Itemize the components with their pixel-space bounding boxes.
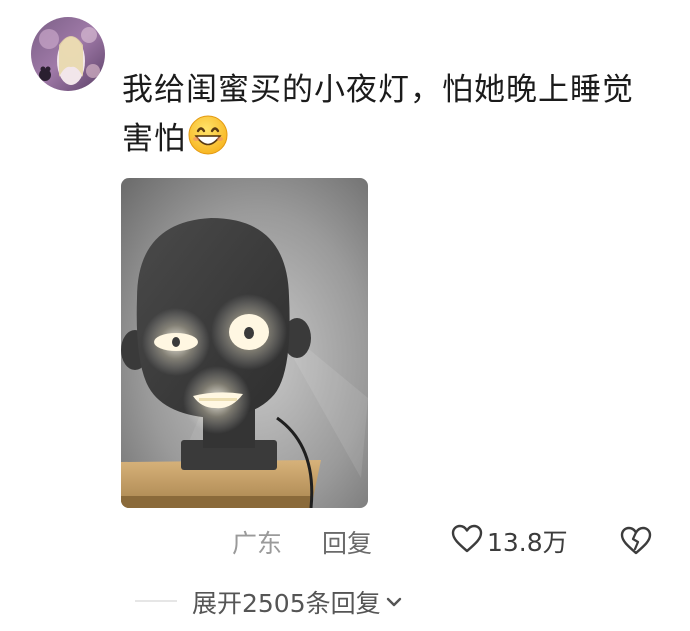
divider-line xyxy=(135,600,177,602)
heart-outline-icon xyxy=(451,524,483,558)
like-count: 13.8万 xyxy=(487,528,568,557)
night-lamp-photo xyxy=(121,178,368,508)
avatar-image xyxy=(31,17,105,91)
grinning-face-emoji-icon xyxy=(188,115,228,170)
comment-meta-row: 广东 回复 13.8万 xyxy=(0,520,690,560)
avatar[interactable] xyxy=(31,17,105,91)
expand-replies-row: 展开2505条回复 xyxy=(0,584,690,620)
reply-button[interactable]: 回复 xyxy=(322,524,372,560)
location-label: 广东 xyxy=(232,529,283,558)
comment-photo[interactable] xyxy=(121,178,368,508)
expand-replies-button[interactable]: 展开2505条回复 xyxy=(192,584,403,620)
like-button[interactable]: 13.8万 xyxy=(451,524,568,558)
chevron-down-icon xyxy=(385,594,403,613)
dislike-button[interactable] xyxy=(620,526,652,560)
comment-text: 我给闺蜜买的小夜灯，怕她晚上睡觉害怕 xyxy=(122,66,642,170)
expand-replies-label: 展开2505条回复 xyxy=(192,589,381,618)
broken-heart-icon xyxy=(620,526,652,560)
